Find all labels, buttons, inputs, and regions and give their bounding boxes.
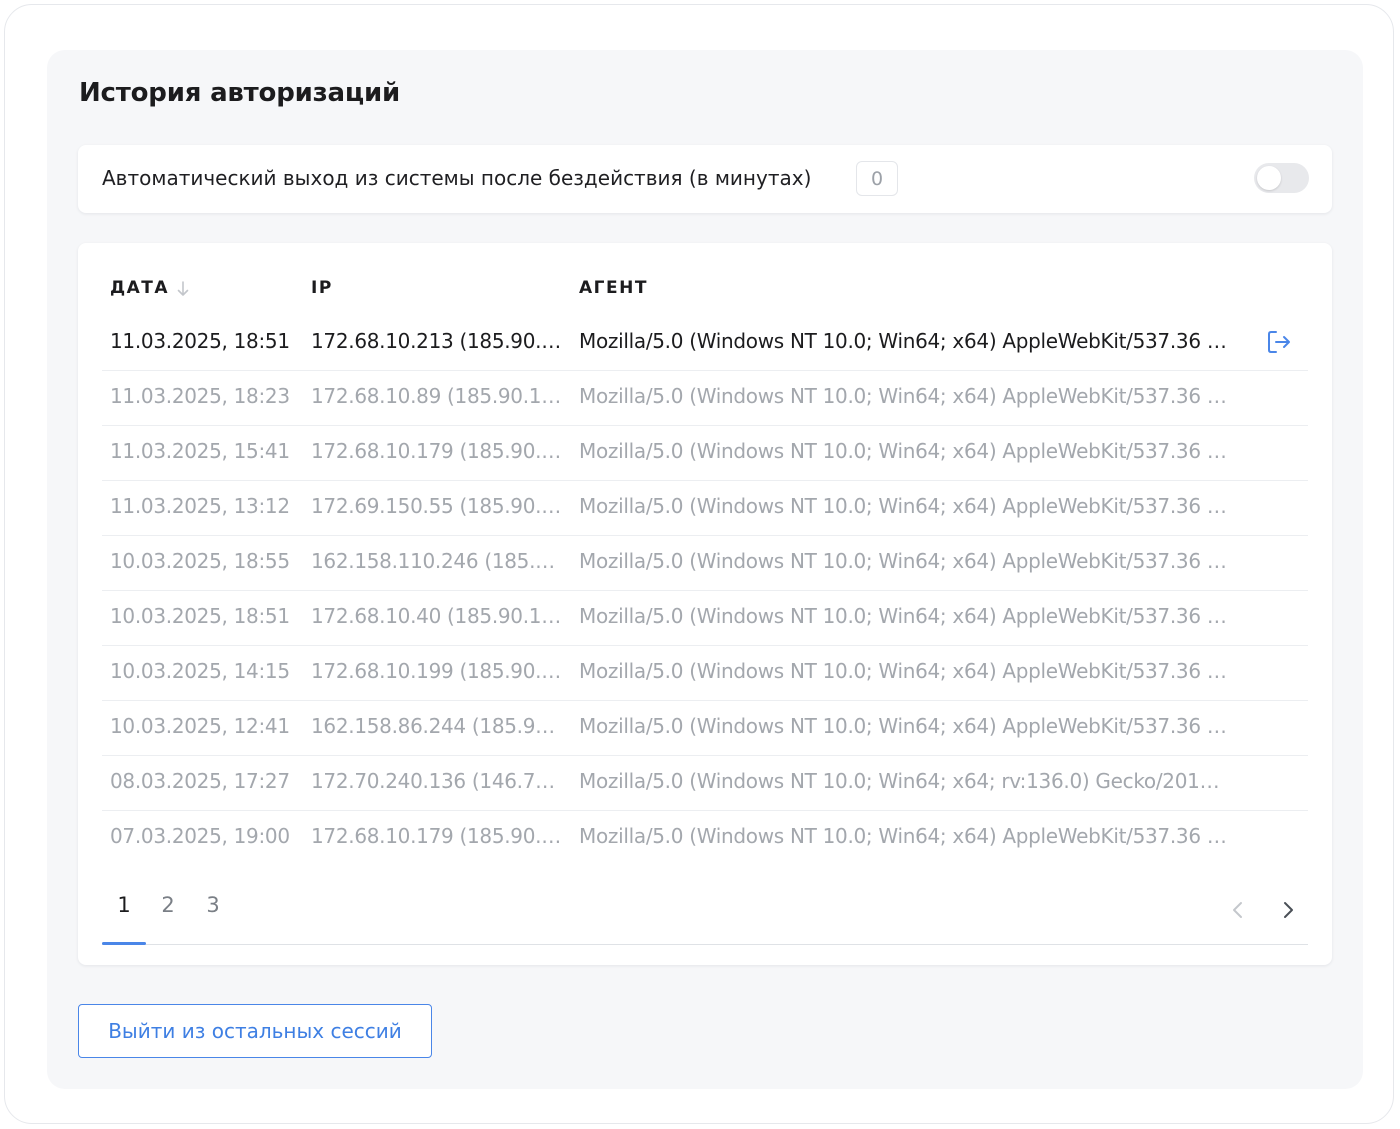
session-date: 11.03.2025, 18:23 (110, 384, 290, 408)
table-row: 08.03.2025, 17:27 172.70.240.136 (146.70.… (102, 756, 1308, 811)
session-agent: Mozilla/5.0 (Windows NT 10.0; Win64; x64… (579, 549, 1231, 573)
session-agent: Mozilla/5.0 (Windows NT 10.0; Win64; x64… (579, 604, 1231, 628)
session-ip: 162.158.110.246 (185.90.1... (311, 549, 563, 573)
session-ip: 172.68.10.40 (185.90.102.... (311, 604, 563, 628)
session-ip: 172.68.10.199 (185.90.102... (311, 659, 563, 683)
session-ip: 172.68.10.179 (185.90.102... (311, 439, 563, 463)
table-row: 11.03.2025, 15:41 172.68.10.179 (185.90.1… (102, 426, 1308, 481)
table-row: 11.03.2025, 18:23 172.68.10.89 (185.90.10… (102, 371, 1308, 426)
session-agent: Mozilla/5.0 (Windows NT 10.0; Win64; x64… (579, 769, 1231, 793)
session-date: 11.03.2025, 18:51 (110, 329, 290, 353)
session-date: 10.03.2025, 12:41 (110, 714, 290, 738)
table-row: 10.03.2025, 18:51 172.68.10.40 (185.90.10… (102, 591, 1308, 646)
session-ip: 172.68.10.213 (185.90.102... (311, 329, 563, 353)
table-row-current-session: 11.03.2025, 18:51 172.68.10.213 (185.90.1… (102, 316, 1308, 371)
session-agent: Mozilla/5.0 (Windows NT 10.0; Win64; x64… (579, 494, 1231, 518)
session-agent: Mozilla/5.0 (Windows NT 10.0; Win64; x64… (579, 384, 1231, 408)
page-2-button[interactable]: 2 (146, 893, 190, 917)
logout-icon[interactable] (1265, 328, 1293, 356)
sessions-table-card: ДАТА IP АГЕНТ 11.03.2025, 18:51 172.68.10… (78, 243, 1332, 965)
table-row: 11.03.2025, 13:12 172.69.150.55 (185.90.1… (102, 481, 1308, 536)
table-row: 10.03.2025, 12:41 162.158.86.244 (185.90.… (102, 701, 1308, 756)
auth-history-panel: История авторизаций Автоматический выход… (47, 50, 1363, 1089)
arrow-down-icon[interactable] (176, 280, 190, 298)
session-ip: 172.68.10.89 (185.90.102.... (311, 384, 563, 408)
page-3-button[interactable]: 3 (191, 893, 235, 917)
terminate-other-sessions-button[interactable]: Выйти из остальных сессий (78, 1004, 432, 1058)
pagination: 1 2 3 (102, 878, 1308, 945)
session-agent: Mozilla/5.0 (Windows NT 10.0; Win64; x64… (579, 329, 1231, 353)
session-ip: 172.68.10.179 (185.90.102... (311, 824, 563, 848)
table-row: 07.03.2025, 19:00 172.68.10.179 (185.90.1… (102, 811, 1308, 865)
session-date: 08.03.2025, 17:27 (110, 769, 290, 793)
session-agent: Mozilla/5.0 (Windows NT 10.0; Win64; x64… (579, 659, 1231, 683)
autologout-minutes-input[interactable] (856, 161, 898, 196)
outer-frame: История авторизаций Автоматический выход… (4, 4, 1394, 1124)
sessions-table-body: 11.03.2025, 18:51 172.68.10.213 (185.90.1… (102, 316, 1308, 865)
session-date: 10.03.2025, 18:51 (110, 604, 290, 628)
chevron-left-icon[interactable] (1226, 898, 1250, 922)
session-agent: Mozilla/5.0 (Windows NT 10.0; Win64; x64… (579, 439, 1231, 463)
column-header-ip: IP (311, 278, 333, 298)
session-date: 07.03.2025, 19:00 (110, 824, 290, 848)
page-title: История авторизаций (79, 78, 400, 108)
session-date: 10.03.2025, 18:55 (110, 549, 290, 573)
page-1-button[interactable]: 1 (102, 893, 146, 917)
autologout-label: Автоматический выход из системы после бе… (102, 166, 812, 190)
session-ip: 172.69.150.55 (185.90.102... (311, 494, 563, 518)
toggle-knob (1257, 166, 1281, 190)
column-header-date[interactable]: ДАТА (110, 278, 169, 298)
table-row: 10.03.2025, 18:55 162.158.110.246 (185.90… (102, 536, 1308, 591)
session-date: 10.03.2025, 14:15 (110, 659, 290, 683)
session-agent: Mozilla/5.0 (Windows NT 10.0; Win64; x64… (579, 714, 1231, 738)
active-page-indicator (102, 942, 146, 945)
session-ip: 162.158.86.244 (185.90.1... (311, 714, 563, 738)
chevron-right-icon[interactable] (1276, 898, 1300, 922)
session-agent: Mozilla/5.0 (Windows NT 10.0; Win64; x64… (579, 824, 1231, 848)
column-header-agent: АГЕНТ (579, 278, 648, 298)
session-date: 11.03.2025, 15:41 (110, 439, 290, 463)
table-row: 10.03.2025, 14:15 172.68.10.199 (185.90.1… (102, 646, 1308, 701)
autologout-toggle[interactable] (1254, 163, 1309, 193)
autologout-card: Автоматический выход из системы после бе… (78, 145, 1332, 213)
session-ip: 172.70.240.136 (146.70.17... (311, 769, 563, 793)
session-date: 11.03.2025, 13:12 (110, 494, 290, 518)
